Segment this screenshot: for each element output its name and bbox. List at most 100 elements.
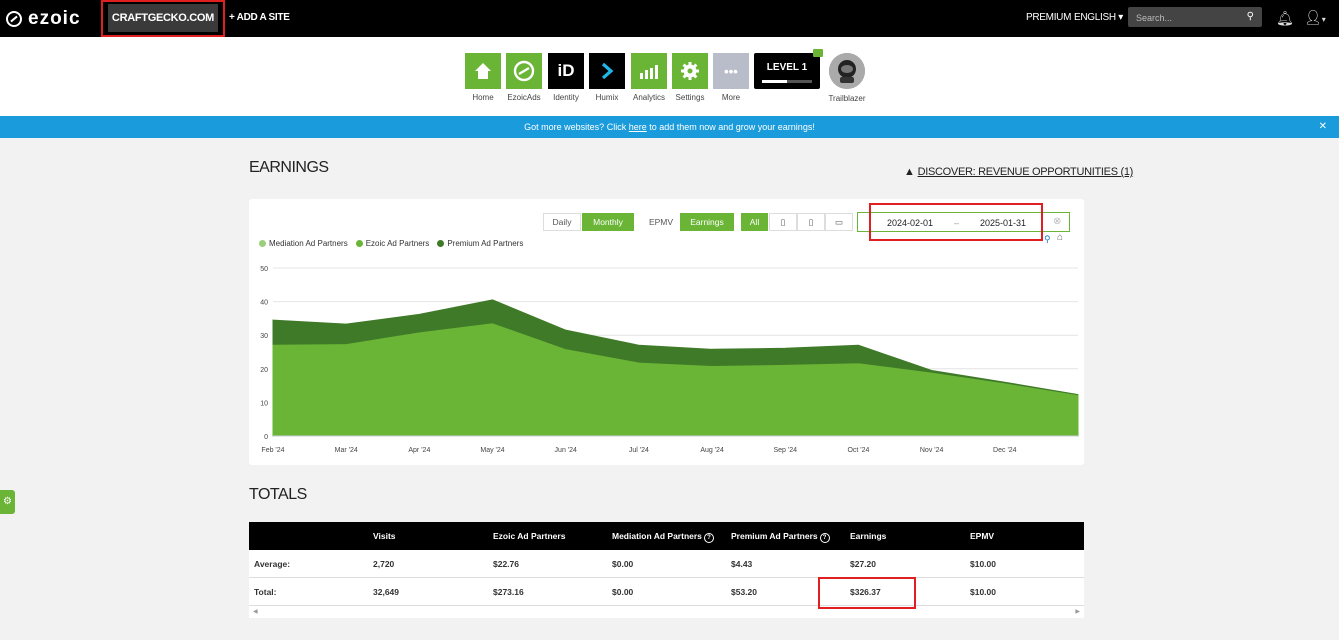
premium-link[interactable]: PREMIUM <box>1026 12 1071 23</box>
app-launcher-bar: Home EzoicAds iD Identity Humix Analytic… <box>0 37 1339 116</box>
table-row: Total: 32,649 $273.16 $0.00 $53.20 $326.… <box>249 578 1084 606</box>
app-ezoicads[interactable]: EzoicAds <box>506 53 542 102</box>
chart-legend: Mediation Ad Partners Ezoic Ad Partners … <box>259 239 523 248</box>
legend-swatch <box>355 240 363 247</box>
search-input[interactable] <box>1134 10 1238 26</box>
table-cell: Total: <box>254 587 277 597</box>
promo-banner: Got more websites? Click here to add the… <box>0 116 1339 138</box>
top-navbar: ezoic CRAFTGECKO.COM + ADD A SITE PREMIU… <box>0 0 1339 37</box>
monthly-button[interactable]: Monthly <box>582 213 634 231</box>
banner-link[interactable]: here <box>629 122 647 132</box>
y-tick-label: 30 <box>260 333 268 340</box>
search-icon[interactable]: ⚲ <box>1247 11 1254 22</box>
level-text: LEVEL 1 <box>766 62 808 73</box>
scroll-right-icon[interactable]: ▶ <box>1075 608 1080 615</box>
column-header: Visits <box>373 531 396 541</box>
ezoic-logo-icon <box>6 11 22 27</box>
earnings-title: EARNINGS <box>249 159 329 176</box>
totals-table: Visits Ezoic Ad Partners Mediation Ad Pa… <box>249 522 1084 618</box>
trailblazer-label: Trailblazer <box>828 94 866 103</box>
all-devices-button[interactable]: All <box>741 213 768 231</box>
legend-item[interactable]: Mediation Ad Partners <box>259 239 348 248</box>
legend-label: Ezoic Ad Partners <box>365 239 430 248</box>
mail-icon[interactable] <box>813 49 823 57</box>
x-tick-label: Oct '24 <box>847 447 869 454</box>
table-cell: $10.00 <box>970 587 996 597</box>
user-icon[interactable]: 👤︎▾ <box>1304 9 1326 26</box>
banner-text-before: Got more websites? Click <box>524 122 629 132</box>
table-cell: $0.00 <box>612 559 634 569</box>
x-tick-label: Apr '24 <box>408 447 430 454</box>
column-header: Premium Ad Partners? <box>731 522 830 550</box>
more-icon: ••• <box>713 53 749 89</box>
discover-link[interactable]: ▲ DISCOVER: REVENUE OPPORTUNITIES (1) <box>904 166 1133 178</box>
daily-button[interactable]: Daily <box>543 213 581 231</box>
table-header: Visits Ezoic Ad Partners Mediation Ad Pa… <box>249 522 1084 550</box>
level-badge[interactable]: LEVEL 1 <box>754 53 820 89</box>
x-tick-label: Dec '24 <box>993 447 1017 454</box>
column-header: Ezoic Ad Partners <box>493 531 566 541</box>
epmv-button[interactable]: EPMV <box>643 213 679 231</box>
identity-badge: iD <box>557 61 575 80</box>
table-cell: $53.20 <box>731 587 757 597</box>
table-cell: 32,649 <box>373 587 399 597</box>
discover-label: DISCOVER: REVENUE OPPORTUNITIES (1) <box>917 166 1134 178</box>
column-header: Earnings <box>850 531 887 541</box>
x-tick-label: Aug '24 <box>700 447 724 454</box>
warning-icon: ▲ <box>904 166 915 178</box>
series-area-ezoic-ad-partners[interactable] <box>272 322 1079 437</box>
table-cell: 2,720 <box>373 559 395 569</box>
table-cell: $22.76 <box>493 559 519 569</box>
x-tick-label: Jun '24 <box>555 447 577 454</box>
x-tick-label: Jul '24 <box>629 447 649 454</box>
trailblazer-avatar[interactable] <box>829 53 865 89</box>
bell-icon[interactable]: 🔔︎ <box>1276 10 1294 27</box>
table-row: Average: 2,720 $22.76 $0.00 $4.43 $27.20… <box>249 550 1084 578</box>
table-cell: Average: <box>254 559 291 569</box>
legend-item[interactable]: Ezoic Ad Partners <box>355 239 430 248</box>
app-label: More <box>721 93 741 102</box>
help-icon[interactable]: ? <box>819 533 830 543</box>
mobile-icon[interactable]: ▯ <box>797 213 825 231</box>
column-header: Mediation Ad Partners? <box>612 522 714 550</box>
side-settings-gear-icon[interactable]: ⚙ <box>0 490 15 514</box>
app-humix[interactable]: Humix <box>589 53 625 102</box>
help-icon[interactable]: ? <box>703 533 714 543</box>
tablet-icon[interactable]: ▯ <box>769 213 797 231</box>
language-dropdown[interactable]: ENGLISH ▾ <box>1074 12 1123 23</box>
y-tick-label: 10 <box>260 400 268 407</box>
legend-label: Mediation Ad Partners <box>269 239 348 248</box>
table-cell: $10.00 <box>970 559 996 569</box>
identity-icon: iD <box>548 53 584 89</box>
analytics-icon <box>631 53 667 89</box>
totals-title: TOTALS <box>249 486 307 503</box>
table-cell: $27.20 <box>850 559 876 569</box>
home-reset-icon[interactable]: ⌂ <box>1057 232 1063 243</box>
highlight-box <box>869 203 1043 241</box>
legend-item[interactable]: Premium Ad Partners <box>437 239 523 248</box>
legend-swatch <box>437 240 445 247</box>
x-tick-label: Feb '24 <box>261 447 284 454</box>
language-label: ENGLISH <box>1074 12 1116 23</box>
ezoic-ads-icon <box>506 53 542 89</box>
earnings-button[interactable]: Earnings <box>680 213 734 231</box>
horizontal-scrollbar[interactable]: ◀ ▶ <box>249 606 1084 618</box>
y-tick-label: 20 <box>260 367 268 374</box>
zoom-icon[interactable]: ⚲ <box>1044 234 1051 245</box>
search-box: ⚲ <box>1128 7 1262 27</box>
y-tick-label: 0 <box>264 434 268 441</box>
scroll-left-icon[interactable]: ◀ <box>253 608 258 615</box>
desktop-icon[interactable]: ▭ <box>825 213 853 231</box>
clear-icon[interactable]: ⊗ <box>1053 216 1061 227</box>
close-icon[interactable]: ✕ <box>1319 116 1327 138</box>
legend-label: Premium Ad Partners <box>447 239 524 248</box>
level-progress <box>762 80 812 83</box>
x-tick-label: May '24 <box>480 447 504 454</box>
column-header: EPMV <box>970 531 995 541</box>
earnings-chart-card: 0 10 20 30 40 50 Feb '24 Mar '24 Apr '24 May '24 J… <box>249 199 1084 465</box>
ezoic-logo[interactable]: ezoic <box>6 8 81 30</box>
app-more[interactable]: ••• More <box>713 53 749 102</box>
column-header-label: Premium Ad Partners <box>731 531 818 541</box>
banner-text-after: to add them now and grow your earnings! <box>646 122 815 132</box>
add-site-link[interactable]: + ADD A SITE <box>229 12 290 23</box>
